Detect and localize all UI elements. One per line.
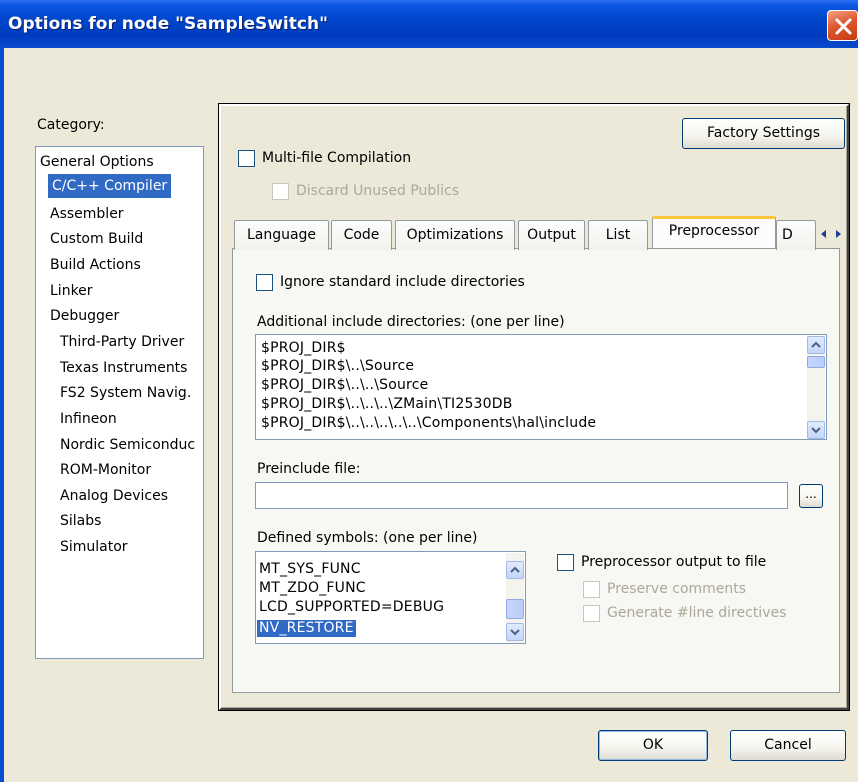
category-item-nordic-semiconductor[interactable]: Nordic Semiconduc: [60, 433, 195, 457]
category-item-analog-devices[interactable]: Analog Devices: [60, 484, 168, 508]
chevron-up-icon: [510, 566, 520, 573]
defined-symbols-scrollbar[interactable]: [506, 553, 524, 643]
generate-line-directives-label: Generate #line directives: [607, 605, 787, 621]
tab-scroll-buttons: [816, 225, 846, 243]
defined-symbols-textarea[interactable]: MT_SYS_FUNC MT_ZDO_FUNC LCD_SUPPORTED=DE…: [255, 551, 526, 644]
preinclude-browse-button[interactable]: ...: [799, 484, 823, 508]
window-frame-left: [0, 48, 4, 782]
chevron-down-icon: [811, 427, 821, 434]
scroll-up-button[interactable]: [506, 561, 524, 579]
preserve-comments-label: Preserve comments: [607, 581, 747, 597]
chevron-down-icon: [510, 629, 520, 636]
discard-unused-publics-label: Discard Unused Publics: [296, 183, 460, 199]
tab-diagnostics[interactable]: D: [776, 220, 816, 250]
ignore-std-include-label: Ignore standard include directories: [280, 274, 525, 290]
category-item-third-party-driver[interactable]: Third-Party Driver: [60, 330, 184, 354]
include-dirs-scrollbar[interactable]: [807, 336, 825, 439]
category-item-debugger[interactable]: Debugger: [50, 304, 119, 328]
window-title: Options for node "SampleSwitch": [8, 14, 328, 34]
category-item-assembler[interactable]: Assembler: [50, 202, 124, 226]
tab-preprocessor[interactable]: Preprocessor: [652, 216, 776, 248]
scroll-thumb[interactable]: [807, 356, 825, 368]
category-item-custom-build[interactable]: Custom Build: [50, 227, 143, 251]
multifile-compilation-label: Multi-file Compilation: [262, 150, 412, 166]
close-icon: [835, 18, 852, 35]
include-dir-line: $PROJ_DIR$: [261, 340, 346, 356]
tab-code[interactable]: Code: [331, 220, 392, 250]
include-dir-line: $PROJ_DIR$\..\..\Source: [261, 377, 429, 393]
defined-symbol-line: LCD_SUPPORTED=DEBUG: [259, 599, 445, 615]
generate-line-directives-checkbox[interactable]: [583, 605, 600, 622]
tab-optimizations[interactable]: Optimizations: [395, 220, 515, 250]
preprocessor-output-checkbox[interactable]: [557, 554, 574, 571]
scroll-down-button[interactable]: [506, 623, 524, 641]
ignore-std-include-checkbox[interactable]: [256, 274, 273, 291]
title-bar: Options for node "SampleSwitch": [0, 0, 858, 48]
scroll-thumb[interactable]: [506, 599, 524, 619]
close-button[interactable]: [827, 10, 858, 41]
category-item-texas-instruments[interactable]: Texas Instruments: [60, 356, 187, 380]
include-dir-line: $PROJ_DIR$\..\Source: [261, 358, 415, 374]
defined-symbol-line-selected: NV_RESTORE: [257, 620, 356, 637]
defined-symbol-line: MT_SYS_FUNC: [259, 561, 361, 577]
cancel-button[interactable]: Cancel: [730, 730, 846, 761]
include-directories-textarea[interactable]: $PROJ_DIR$ $PROJ_DIR$\..\Source $PROJ_DI…: [255, 334, 827, 440]
multifile-compilation-checkbox[interactable]: [238, 150, 255, 167]
defined-symbols-label: Defined symbols: (one per line): [257, 530, 478, 546]
defined-symbol-line: MT_ZDO_FUNC: [259, 580, 366, 596]
discard-unused-publics-checkbox[interactable]: [272, 183, 289, 200]
preprocessor-output-label: Preprocessor output to file: [581, 554, 767, 570]
additional-include-label: Additional include directories: (one per…: [257, 314, 565, 330]
category-item-build-actions[interactable]: Build Actions: [50, 253, 141, 277]
tab-output[interactable]: Output: [518, 220, 585, 250]
category-item-fs2-system-navigator[interactable]: FS2 System Navig.: [60, 381, 191, 405]
preinclude-label: Preinclude file:: [257, 461, 361, 477]
scroll-down-button[interactable]: [807, 421, 825, 439]
category-item-linker[interactable]: Linker: [50, 279, 93, 303]
category-item-silabs[interactable]: Silabs: [60, 509, 101, 533]
category-item-simulator[interactable]: Simulator: [60, 535, 128, 559]
chevron-up-icon: [811, 341, 821, 348]
category-item-general-options[interactable]: General Options: [40, 150, 154, 174]
include-dir-line: $PROJ_DIR$\..\..\..\..\..\Components\hal…: [261, 415, 597, 431]
tab-scroll-right-icon[interactable]: [836, 230, 841, 238]
include-dir-line: $PROJ_DIR$\..\..\..\ZMain\TI2530DB: [261, 396, 513, 412]
category-list[interactable]: General Options C/C++ Compiler Assembler…: [35, 146, 204, 659]
tab-scroll-left-icon[interactable]: [821, 230, 826, 238]
preserve-comments-checkbox[interactable]: [583, 581, 600, 598]
category-item-cpp-compiler[interactable]: C/C++ Compiler: [48, 174, 172, 198]
category-item-infineon[interactable]: Infineon: [60, 407, 117, 431]
scroll-up-button[interactable]: [807, 336, 825, 354]
category-item-rom-monitor[interactable]: ROM-Monitor: [60, 458, 151, 482]
preinclude-input[interactable]: [255, 482, 788, 509]
tab-list[interactable]: List: [588, 220, 648, 250]
category-label: Category:: [37, 117, 105, 133]
ok-button[interactable]: OK: [598, 730, 708, 761]
tab-language[interactable]: Language: [234, 220, 329, 250]
factory-settings-button[interactable]: Factory Settings: [682, 118, 845, 149]
